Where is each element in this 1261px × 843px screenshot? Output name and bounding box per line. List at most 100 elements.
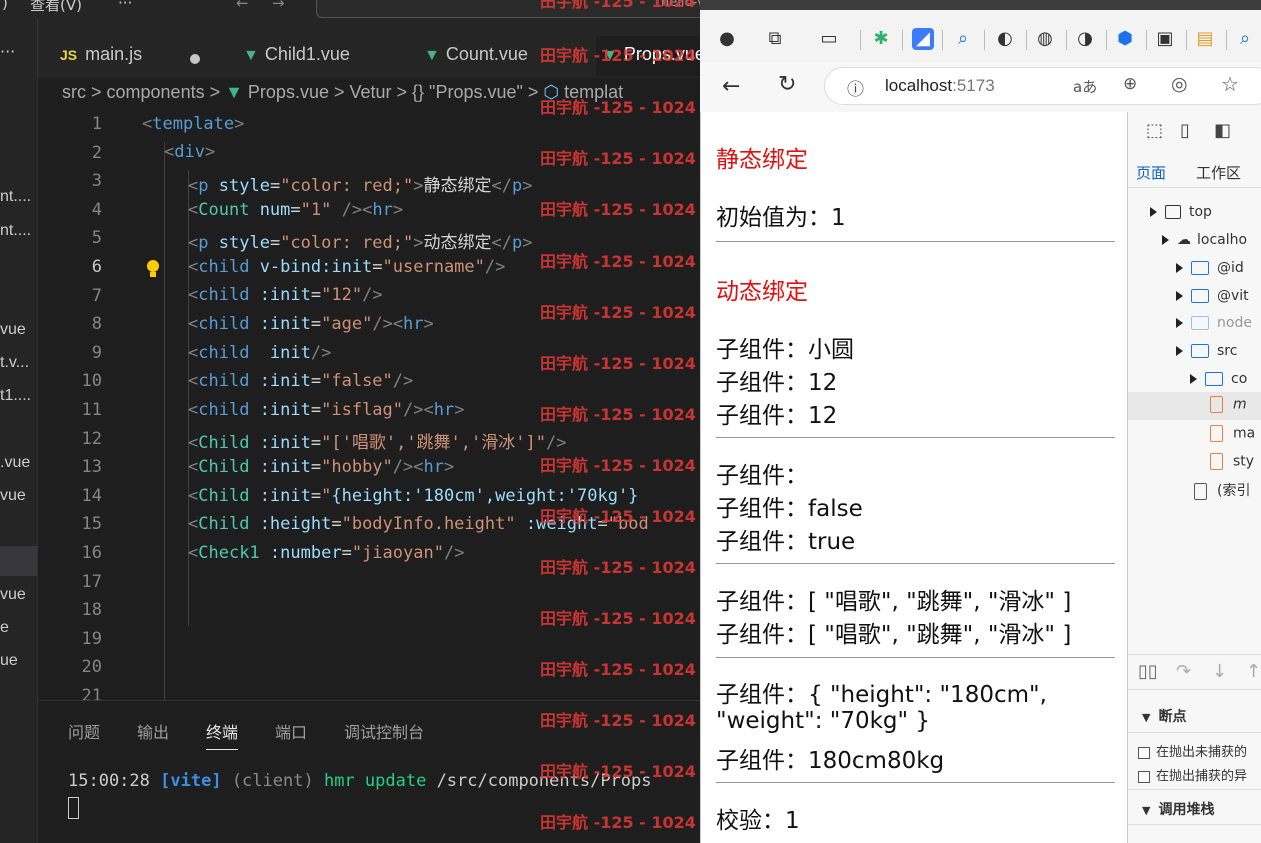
breadcrumb-item[interactable]: {} "Props.vue"	[412, 82, 523, 102]
tab-problems[interactable]: 问题	[68, 719, 100, 743]
globe-icon[interactable]: ◍	[1034, 28, 1056, 50]
inspect-icon[interactable]: ⬚	[1146, 120, 1163, 141]
tree-item-folder[interactable]: src	[1176, 343, 1237, 359]
reload-icon[interactable]: ↻	[778, 72, 796, 97]
bp-label: 在抛出未捕获的	[1156, 745, 1248, 760]
code-token: "false"	[321, 371, 393, 391]
search-icon[interactable]: ⌕	[952, 28, 974, 50]
tab-page[interactable]: 页面	[1136, 162, 1166, 183]
dynamic-title: 动态绑定	[716, 279, 808, 305]
code-token: "1"	[300, 200, 332, 220]
tab-terminal[interactable]: 终端	[206, 719, 239, 750]
extension-icon[interactable]: ⬢	[1114, 28, 1136, 50]
step-into-icon[interactable]: ↓	[1212, 661, 1227, 682]
extension-icon[interactable]: ◑	[1074, 28, 1096, 50]
line-number: 16	[81, 543, 102, 563]
zoom-icon[interactable]: ⊕	[1123, 74, 1137, 94]
breadcrumb-item[interactable]: Vetur	[349, 82, 391, 102]
step-over-icon[interactable]: ↷	[1176, 661, 1191, 682]
checkbox[interactable]	[1138, 746, 1150, 759]
bp-option-caught[interactable]: 在抛出捕获的异	[1138, 765, 1247, 784]
search-icon[interactable]: ⌕	[1234, 28, 1256, 50]
tab-actions-icon[interactable]: ▭	[818, 28, 840, 50]
breadcrumb-item[interactable]: Props.vue	[248, 82, 329, 102]
menu-view[interactable]: 查看(V)	[30, 0, 82, 15]
lightbulb-icon[interactable]	[146, 259, 160, 279]
device-icon[interactable]: ▯	[1180, 120, 1190, 141]
file-item[interactable]: nt....	[0, 222, 31, 240]
extension-icon[interactable]: ◐	[994, 28, 1016, 50]
breadcrumb-item[interactable]: src	[62, 82, 86, 102]
tree-item-folder[interactable]: node	[1176, 315, 1252, 331]
extension-icon[interactable]: ▤	[1194, 28, 1216, 50]
tree-label: @id	[1217, 260, 1244, 276]
tree-item-file-selected[interactable]: m	[1128, 392, 1261, 420]
tab-debug-console[interactable]: 调试控制台	[344, 719, 424, 743]
line-number: 18	[81, 600, 102, 621]
divider	[716, 241, 1115, 242]
tree-item-folder[interactable]: co	[1190, 371, 1247, 387]
file-item[interactable]: t.v...	[0, 354, 29, 372]
bp-option-uncaught[interactable]: 在抛出未捕获的	[1138, 741, 1247, 760]
back-arrow-icon[interactable]: ←	[236, 0, 249, 12]
back-arrow-icon[interactable]: ←	[722, 74, 740, 99]
line-number: 20	[81, 657, 102, 678]
collections-icon[interactable]: ⧉	[764, 28, 786, 50]
callstack-header[interactable]: ▼ 调用堆栈	[1142, 799, 1214, 819]
menu-item[interactable]: )	[2, 0, 8, 12]
line-number: 8	[91, 314, 102, 335]
tab-output[interactable]: 输出	[137, 719, 169, 743]
vue-icon: ▼	[225, 82, 243, 102]
code-token: :height	[259, 514, 332, 534]
breakpoints-title: 断点	[1158, 709, 1187, 725]
watermark-text: 田宇航 -125 - 1024	[540, 762, 696, 781]
pause-icon[interactable]: ▯▯	[1138, 661, 1158, 682]
edge-icon[interactable]: ◎	[1171, 73, 1188, 95]
tab-count-vue[interactable]: ▼ Count.vue	[424, 44, 528, 84]
line-number: 17	[81, 571, 102, 592]
cloud-icon: ☁	[1177, 232, 1191, 248]
step-out-icon[interactable]: ↑	[1246, 661, 1261, 682]
address-bar[interactable]: ⓘ localhost:5173 aあ ⊕ ◎ ☆	[824, 67, 1261, 105]
info-icon[interactable]: ⓘ	[847, 75, 864, 100]
selected-file-highlight	[0, 546, 37, 576]
breakpoints-header[interactable]: ▼ 断点	[1142, 706, 1186, 726]
file-item[interactable]: ue	[0, 652, 18, 670]
code-token: 静态绑定	[423, 176, 492, 196]
tree-item-localhost[interactable]: ☁ localho	[1162, 232, 1247, 248]
profile-icon[interactable]: ●	[716, 28, 738, 50]
file-item[interactable]: t1....	[0, 387, 31, 405]
more-icon[interactable]: ···	[0, 42, 15, 61]
code-token: style	[218, 176, 270, 196]
file-item[interactable]: vue	[0, 321, 26, 339]
file-item[interactable]: .vue	[0, 454, 30, 472]
tree-item-file[interactable]: ma	[1210, 425, 1255, 442]
extension-icon[interactable]: ✱	[870, 28, 892, 50]
url-host: localhost	[885, 76, 953, 95]
extension-icon[interactable]: ▣	[1154, 28, 1176, 50]
tree-item-folder[interactable]: @id	[1176, 260, 1244, 276]
tree-item-file[interactable]: sty	[1210, 453, 1254, 470]
tab-workspace[interactable]: 工作区	[1196, 162, 1241, 183]
tree-item-top[interactable]: top	[1150, 204, 1212, 220]
breadcrumb-item[interactable]: components	[107, 82, 205, 102]
dock-icon[interactable]: ◧	[1214, 120, 1231, 141]
tree-item-file[interactable]: (索引	[1194, 480, 1250, 500]
favorite-star-icon[interactable]: ☆	[1221, 72, 1239, 96]
tab-ports[interactable]: 端口	[275, 719, 307, 743]
forward-arrow-icon[interactable]: →	[272, 0, 285, 12]
code-token: div	[174, 142, 205, 162]
file-icon	[1210, 453, 1223, 470]
file-item[interactable]: e	[0, 619, 9, 637]
extension-icon[interactable]: ◢	[912, 28, 934, 50]
file-item[interactable]: vue	[0, 586, 26, 604]
menu-more[interactable]: ···	[118, 0, 132, 12]
tab-main-js[interactable]: JS main.js	[60, 44, 142, 84]
file-item[interactable]: nt....	[0, 188, 31, 206]
terminal-cursor[interactable]	[68, 797, 79, 819]
read-aloud-icon[interactable]: aあ	[1073, 76, 1097, 97]
file-item[interactable]: vue	[0, 487, 26, 505]
checkbox[interactable]	[1138, 770, 1150, 783]
tab-child1-vue[interactable]: ▼ Child1.vue	[243, 44, 350, 84]
tree-item-folder[interactable]: @vit	[1176, 288, 1249, 304]
